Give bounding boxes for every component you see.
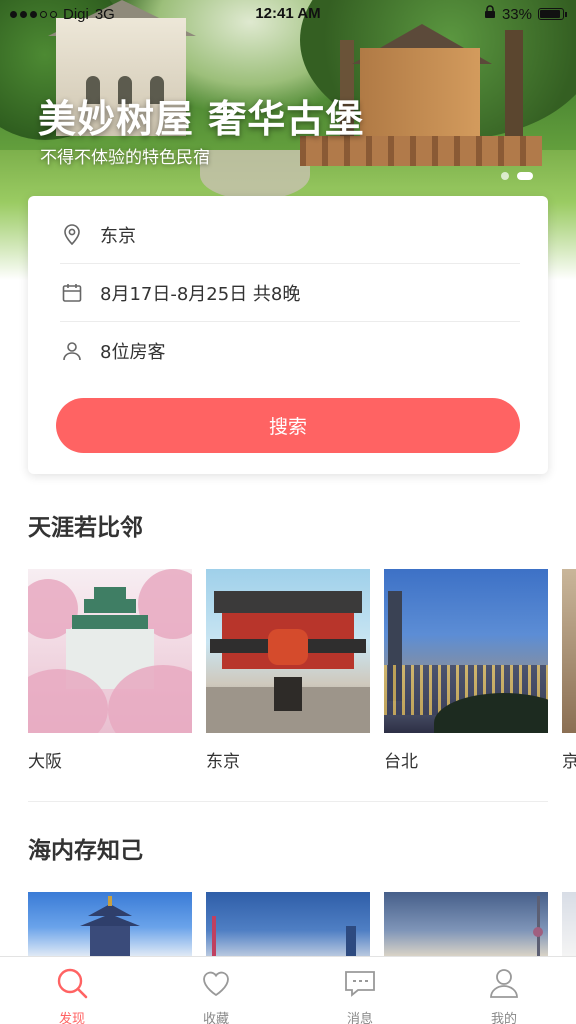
lock-icon — [484, 5, 496, 23]
city-image-tv-tower — [384, 892, 548, 956]
battery-percent: 33% — [501, 5, 532, 23]
message-icon — [344, 967, 376, 1003]
destination-value: 东京 — [100, 225, 136, 247]
carousel-dot-active[interactable] — [517, 172, 533, 180]
status-right: 33% — [484, 5, 567, 23]
city-card[interactable] — [28, 892, 192, 956]
city-card[interactable] — [562, 892, 576, 956]
city-image-temple-of-heaven — [28, 892, 192, 956]
tab-discover[interactable]: 发现 — [0, 957, 144, 1024]
city-card[interactable] — [384, 892, 548, 956]
tab-label: 消息 — [346, 1012, 373, 1024]
section-title-domestic: 海内存知己 — [28, 838, 143, 864]
tab-label: 发现 — [58, 1012, 85, 1024]
search-icon — [56, 967, 88, 1003]
carousel-dot[interactable] — [501, 172, 509, 180]
tab-label: 收藏 — [202, 1012, 229, 1024]
city-card[interactable]: 大阪 — [28, 569, 192, 772]
city-name: 东京 — [206, 752, 240, 772]
city-name: 京 — [562, 752, 576, 772]
person-icon — [60, 339, 84, 363]
user-icon — [488, 967, 520, 1003]
search-card: 东京 8月17日-8月25日 共8晚 8位房客 搜索 — [28, 196, 548, 474]
city-name: 台北 — [384, 752, 418, 772]
date-value: 8月17日-8月25日 共8晚 — [100, 283, 301, 305]
tab-favorites[interactable]: 收藏 — [144, 957, 288, 1024]
hero-title: 美妙树屋 奢华古堡 — [38, 97, 365, 141]
city-image-taipei — [384, 569, 548, 733]
date-field[interactable]: 8月17日-8月25日 共8晚 — [60, 264, 520, 322]
section-title-neighbors: 天涯若比邻 — [28, 515, 143, 541]
city-name: 大阪 — [28, 752, 62, 772]
city-card[interactable]: 京 — [562, 569, 576, 772]
city-image-kyoto — [562, 569, 576, 733]
city-image-osaka — [28, 569, 192, 733]
guest-field[interactable]: 8位房客 — [60, 322, 520, 380]
tab-messages[interactable]: 消息 — [288, 957, 432, 1024]
battery-icon — [538, 8, 567, 20]
city-image-tokyo — [206, 569, 370, 733]
tab-label: 我的 — [490, 1012, 517, 1024]
calendar-icon — [60, 281, 84, 305]
city-card[interactable]: 东京 — [206, 569, 370, 772]
destination-field[interactable]: 东京 — [60, 206, 520, 264]
city-image-skyline-blue — [206, 892, 370, 956]
guest-value: 8位房客 — [100, 342, 166, 363]
city-image-partial — [562, 892, 576, 956]
section-divider — [28, 801, 548, 802]
carousel-indicator[interactable] — [501, 172, 533, 180]
search-button[interactable]: 搜索 — [56, 398, 520, 453]
city-card[interactable] — [206, 892, 370, 956]
tab-profile[interactable]: 我的 — [432, 957, 576, 1024]
status-bar: Digi 3G 12:41 AM 33% — [0, 0, 576, 30]
hero-subtitle: 不得不体验的特色民宿 — [40, 148, 210, 168]
tab-bar: 发现 收藏 消息 我的 — [0, 956, 576, 1024]
location-pin-icon — [60, 223, 84, 247]
city-card[interactable]: 台北 — [384, 569, 548, 772]
heart-icon — [200, 967, 232, 1003]
hero-path — [200, 150, 310, 200]
